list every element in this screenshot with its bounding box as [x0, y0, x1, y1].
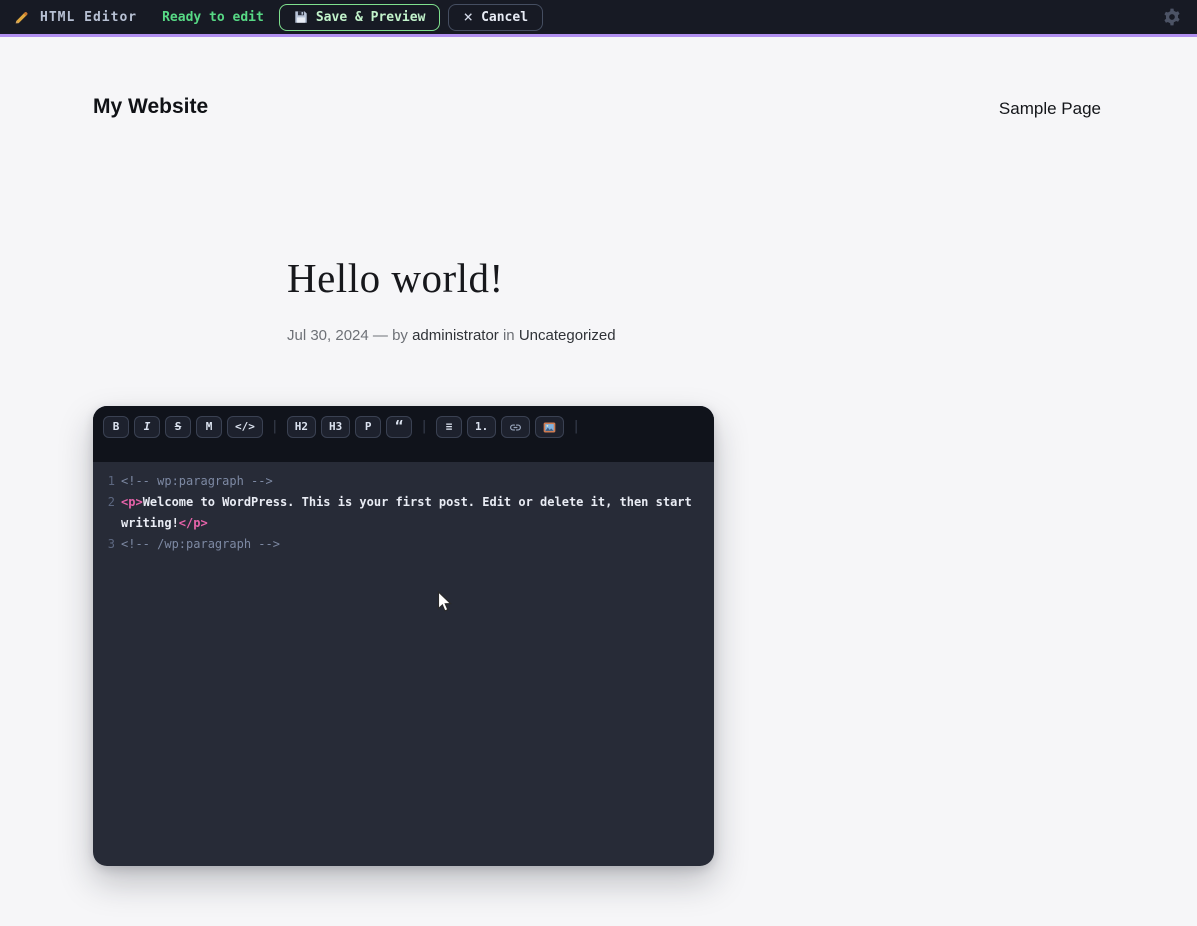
save-preview-label: Save & Preview	[315, 9, 426, 25]
site-title-link[interactable]: My Website	[93, 95, 208, 119]
gear-icon[interactable]	[1162, 7, 1182, 27]
code-segment-tag: <p>	[121, 495, 143, 509]
unordered-list-button[interactable]: ≡	[436, 416, 463, 438]
monospace-button[interactable]: M	[196, 416, 222, 438]
line-number: 1	[107, 474, 115, 488]
editor-toolbar: B I S M </> | H2 H3 P “ | ≡ 1. |	[93, 406, 714, 462]
image-button[interactable]	[535, 416, 565, 438]
post-category-link[interactable]: Uncategorized	[519, 327, 616, 344]
code-line: 3 <!-- /wp:paragraph -->	[101, 534, 714, 555]
line-number: 3	[107, 537, 115, 551]
link-icon	[510, 423, 522, 431]
blockquote-button[interactable]: “	[386, 416, 413, 438]
post-title: Hello world!	[287, 255, 504, 301]
code-area[interactable]: 1 <!-- wp:paragraph --> 2 <p>Welcome to Wor…	[93, 462, 714, 555]
code-segment-comment: <!-- /wp:paragraph -->	[121, 537, 280, 551]
meta-by-label: by	[392, 327, 408, 344]
save-preview-button[interactable]: Save & Preview	[278, 3, 441, 31]
close-icon: ×	[463, 7, 474, 26]
code-line-text: <!-- wp:paragraph -->	[121, 471, 714, 492]
code-line-text: <!-- /wp:paragraph -->	[121, 534, 714, 555]
code-button[interactable]: </>	[227, 416, 263, 438]
cancel-button[interactable]: × Cancel	[448, 3, 544, 31]
post-meta: Jul 30, 2024 — by administrator in Uncat…	[287, 327, 616, 344]
post-date: Jul 30, 2024	[287, 327, 369, 344]
nav-link-sample-page[interactable]: Sample Page	[999, 99, 1101, 119]
cancel-label: Cancel	[481, 9, 529, 25]
toolbar-separator: |	[270, 419, 279, 434]
editor-topbar: HTML Editor Ready to edit Save & Preview…	[0, 0, 1197, 37]
heading2-button[interactable]: H2	[286, 416, 316, 438]
meta-in-label: in	[502, 327, 515, 344]
ordered-list-button[interactable]: 1.	[467, 416, 497, 438]
strikethrough-button[interactable]: S	[165, 416, 191, 438]
app-title: HTML Editor	[40, 9, 138, 25]
status-text: Ready to edit	[162, 9, 264, 25]
html-editor-panel: B I S M </> | H2 H3 P “ | ≡ 1. | 1 <!-- wp:paragraph …	[93, 406, 714, 866]
code-line: 2 <p>Welcome to WordPress. This is your f…	[101, 492, 714, 534]
link-button[interactable]	[501, 416, 531, 438]
code-line-text: <p>Welcome to WordPress. This is your fi…	[121, 492, 714, 534]
italic-button[interactable]: I	[134, 416, 160, 438]
image-icon	[543, 421, 556, 433]
bold-button[interactable]: B	[103, 416, 129, 438]
code-line: 1 <!-- wp:paragraph -->	[101, 471, 714, 492]
code-segment-tag: </p>	[178, 516, 208, 530]
pencil-icon	[13, 9, 30, 26]
line-number: 2	[107, 495, 115, 509]
floppy-disk-icon	[294, 10, 308, 24]
heading3-button[interactable]: H3	[320, 416, 351, 438]
toolbar-separator: |	[420, 419, 429, 434]
paragraph-button[interactable]: P	[355, 416, 382, 438]
toolbar-separator: |	[572, 419, 581, 434]
code-segment-comment: <!-- wp:paragraph -->	[121, 474, 273, 488]
post-author-link[interactable]: administrator	[412, 327, 499, 344]
meta-dash: —	[372, 327, 388, 344]
